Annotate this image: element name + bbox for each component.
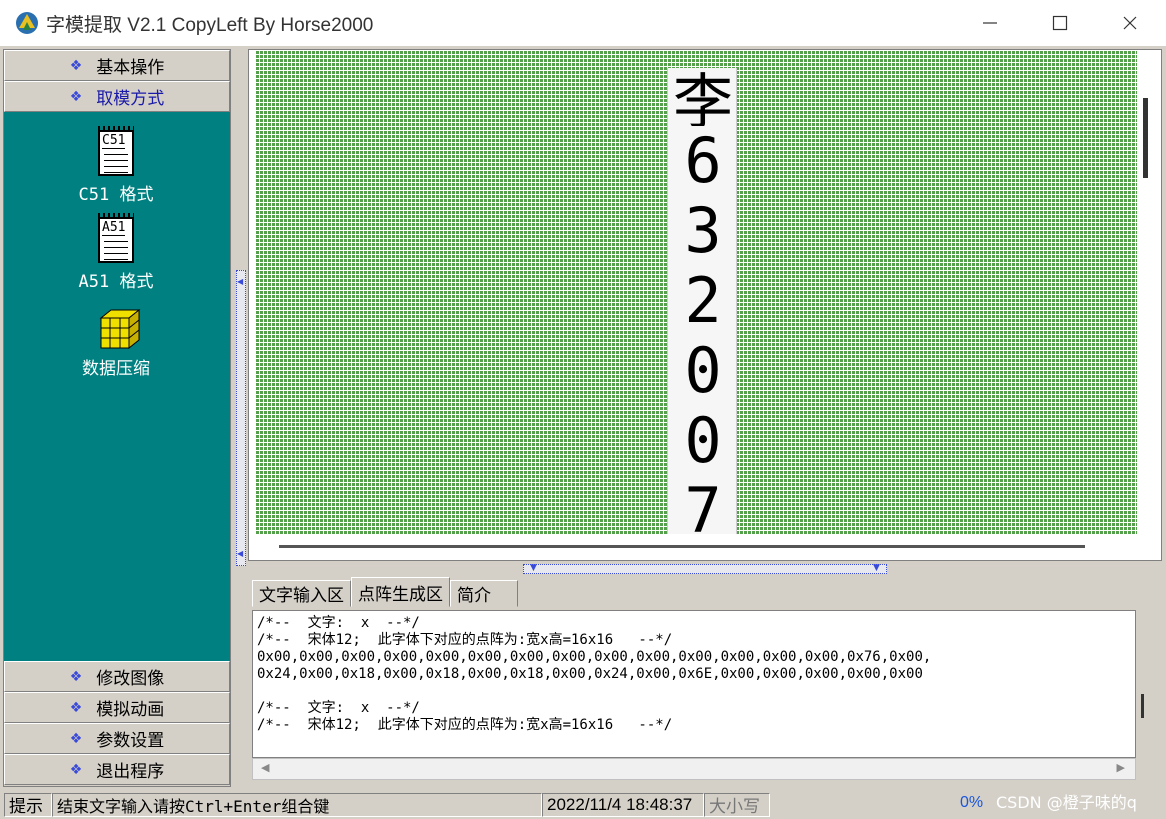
data-compress-button[interactable]: 数据压缩 [4, 308, 228, 379]
canvas-horizontal-scrollbar[interactable] [279, 545, 1085, 548]
status-hint: 提示 [4, 792, 52, 817]
status-datetime: 2022/11/4 18:48:37 [542, 792, 704, 817]
output-line: /*-- 宋体12; 此字体下对应的点阵为:宽x高=16x16 --*/ [257, 632, 673, 648]
watermark: CSDN @橙子味的q [996, 793, 1137, 812]
arrow-left-icon[interactable]: ◀ [237, 549, 243, 558]
scroll-left-icon[interactable]: ◀ [261, 761, 269, 774]
status-progress: 0% [960, 794, 984, 811]
tab-dot-matrix[interactable]: 点阵生成区 [351, 577, 450, 607]
diamond-bullet-icon: ❖ [69, 57, 83, 74]
data-compress-label: 数据压缩 [82, 359, 150, 379]
document-icon: C51 [98, 126, 134, 176]
c51-format-button[interactable]: C51 C51 格式 [4, 126, 228, 205]
minimize-icon [983, 22, 997, 24]
glyph-char: 2 [684, 264, 722, 337]
output-vertical-scrollbar[interactable] [1141, 694, 1144, 718]
a51-format-label: A51 格式 [78, 272, 154, 292]
dot-matrix-canvas[interactable]: 李 6 3 2 0 0 7 [248, 49, 1162, 561]
window-title: 字模提取 V2.1 CopyLeft By Horse2000 [46, 14, 374, 36]
diamond-bullet-icon: ❖ [69, 668, 83, 685]
cube-icon [99, 308, 141, 350]
diamond-bullet-icon: ❖ [69, 699, 83, 716]
maximize-button[interactable] [1025, 0, 1095, 46]
tab-text-input[interactable]: 文字输入区 [252, 580, 351, 607]
diamond-bullet-icon: ❖ [69, 88, 83, 105]
horizontal-splitter-handle[interactable] [523, 564, 887, 574]
maximize-icon [1052, 15, 1068, 31]
close-button[interactable] [1095, 0, 1165, 46]
sidebar-panel: C51 C51 格式 A51 A51 格式 数据压缩 [4, 112, 230, 661]
diamond-bullet-icon: ❖ [69, 761, 83, 778]
sidebar-item-parameter-settings[interactable]: ❖ 参数设置 [4, 723, 230, 754]
app-window: 字模提取 V2.1 CopyLeft By Horse2000 ❖ 基本操作 ❖… [0, 0, 1166, 819]
diamond-bullet-icon: ❖ [69, 730, 83, 747]
minimize-button[interactable] [955, 0, 1025, 46]
glyph-char: 7 [684, 474, 722, 535]
sidebar-item-label: 修改图像 [96, 669, 165, 689]
sidebar-item-label: 基本操作 [96, 58, 165, 78]
output-line: /*-- 文字: x --*/ [257, 615, 420, 631]
app-logo-icon [14, 10, 40, 36]
output-line: 0x24,0x00,0x18,0x00,0x18,0x00,0x18,0x00,… [257, 666, 923, 682]
document-icon: A51 [98, 213, 134, 263]
glyph-char: 6 [684, 124, 722, 197]
output-line: 0x00,0x00,0x00,0x00,0x00,0x00,0x00,0x00,… [257, 649, 932, 665]
c51-format-label: C51 格式 [78, 185, 154, 205]
status-caps: 大小写 [704, 792, 770, 817]
glyph-char: 李 [673, 68, 733, 126]
close-icon [1123, 16, 1137, 30]
sidebar: ❖ 基本操作 ❖ 取模方式 C51 C51 格式 A51 A51 格式 数据压缩… [3, 49, 231, 787]
sidebar-item-modulo-mode[interactable]: ❖ 取模方式 [4, 81, 230, 112]
status-bar: 提示 结束文字输入请按Ctrl+Enter组合键 2022/11/4 18:48… [0, 790, 1166, 819]
tab-intro[interactable]: 简介 [450, 580, 518, 607]
a51-format-button[interactable]: A51 A51 格式 [4, 213, 228, 292]
sidebar-item-exit[interactable]: ❖ 退出程序 [4, 754, 230, 785]
output-horizontal-scrollbar[interactable]: ◀ ▶ [252, 758, 1136, 780]
sidebar-item-label: 模拟动画 [96, 700, 165, 720]
sidebar-item-label: 退出程序 [96, 762, 165, 782]
arrow-down-icon[interactable]: ▼ [530, 563, 537, 573]
output-line: /*-- 文字: x --*/ [257, 700, 420, 716]
glyph-preview-column: 李 6 3 2 0 0 7 [667, 68, 737, 534]
sidebar-item-basic-ops[interactable]: ❖ 基本操作 [4, 50, 230, 81]
glyph-char: 3 [684, 194, 722, 267]
output-line: /*-- 宋体12; 此字体下对应的点阵为:宽x高=16x16 --*/ [257, 717, 673, 733]
vertical-splitter-handle[interactable] [236, 270, 246, 566]
sidebar-item-label: 取模方式 [96, 89, 165, 109]
dot-matrix-output[interactable]: /*-- 文字: x --*//*-- 宋体12; 此字体下对应的点阵为:宽x高… [252, 610, 1136, 758]
sidebar-item-edit-image[interactable]: ❖ 修改图像 [4, 661, 230, 692]
status-message: 结束文字输入请按Ctrl+Enter组合键 [52, 792, 542, 817]
sidebar-item-label: 参数设置 [96, 731, 165, 751]
tab-bar: 文字输入区 点阵生成区 简介 [252, 577, 518, 607]
canvas-vertical-scrollbar[interactable] [1143, 98, 1148, 178]
scroll-right-icon[interactable]: ▶ [1117, 761, 1125, 774]
sidebar-item-simulate-animation[interactable]: ❖ 模拟动画 [4, 692, 230, 723]
arrow-left-icon[interactable]: ◀ [237, 277, 243, 286]
glyph-char: 0 [684, 334, 722, 407]
title-bar[interactable]: 字模提取 V2.1 CopyLeft By Horse2000 [0, 0, 1166, 46]
glyph-char: 0 [684, 404, 722, 477]
arrow-down-icon[interactable]: ▼ [873, 563, 880, 573]
